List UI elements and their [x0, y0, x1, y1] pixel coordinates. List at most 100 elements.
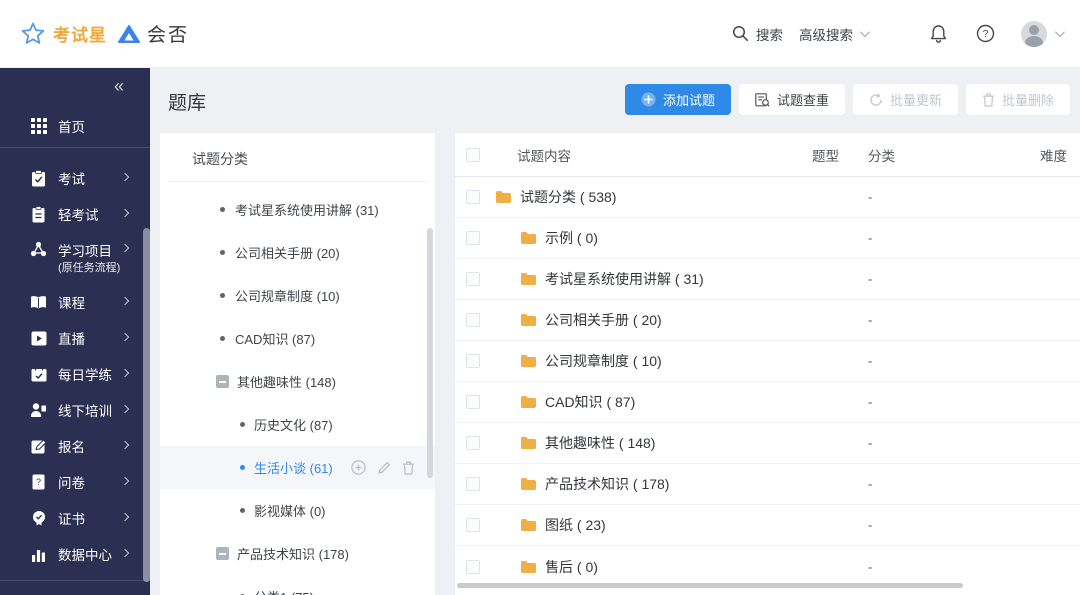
chevron-right-icon [120, 548, 130, 558]
user-menu[interactable] [1021, 20, 1065, 47]
row-checkbox[interactable] [466, 559, 480, 574]
nodes-cluster-icon [30, 240, 47, 257]
sidebar-item-data-center[interactable]: 数据中心 [0, 536, 150, 572]
tree-item-selected[interactable]: 生活小谈 (61) [160, 446, 435, 489]
collapse-minus-icon[interactable] [216, 547, 229, 560]
table-row[interactable]: 试题分类 ( 538) - [455, 177, 1080, 218]
notification-bell-button[interactable] [929, 24, 948, 44]
row-category: - [868, 435, 873, 451]
tree-item[interactable]: 公司相关手册 (20) [160, 231, 435, 274]
bullet-icon [240, 465, 245, 470]
avatar [1021, 20, 1047, 47]
table-row[interactable]: 其他趣味性 ( 148) - [455, 423, 1080, 464]
search-icon [732, 25, 749, 42]
chevron-right-icon [120, 296, 130, 306]
row-checkbox[interactable] [466, 354, 480, 368]
tree-item[interactable]: CAD知识 (87) [160, 317, 435, 360]
category-panel: 试题分类 考试星系统使用讲解 (31) 公司相关手册 (20) 公司规章制度 (… [160, 133, 435, 595]
add-subcategory-icon[interactable] [351, 460, 366, 475]
row-name: 示例 ( 0) [545, 230, 598, 246]
chevron-right-icon [120, 512, 130, 522]
collapse-minus-icon[interactable] [216, 375, 229, 388]
doc-search-icon [755, 92, 770, 107]
table-header: 试题内容 题型 分类 难度 [455, 133, 1080, 177]
badge-icon [30, 510, 47, 527]
sidebar-item-course[interactable]: 课程 [0, 284, 150, 320]
sidebar-item-light-exam[interactable]: 轻考试 [0, 196, 150, 232]
batch-update-button[interactable]: 批量更新 [852, 84, 958, 115]
tree-item[interactable]: 历史文化 (87) [160, 403, 435, 446]
question-table-panel: 试题内容 题型 分类 难度 试题分类 ( 538) - 示例 ( 0) - 考试… [455, 133, 1080, 595]
row-checkbox[interactable] [466, 272, 480, 286]
chevron-right-icon [120, 243, 130, 253]
table-row[interactable]: 考试星系统使用讲解 ( 31) - [455, 259, 1080, 300]
question-circle-icon: ? [976, 24, 995, 43]
category-panel-scrollbar[interactable] [427, 228, 433, 478]
row-category: - [868, 476, 873, 492]
duplicate-check-button[interactable]: 试题查重 [738, 84, 845, 115]
calendar-check-icon [30, 366, 47, 383]
app-window: 考试星 会否 搜索 高级搜索 ? « 首页 考试 轻考试 学习项目 (原任务流程… [0, 0, 1080, 595]
table-row[interactable]: 公司规章制度 ( 10) - [455, 341, 1080, 382]
column-header-category: 分类 [868, 148, 895, 164]
row-category: - [868, 271, 873, 287]
star-logo-icon [20, 21, 46, 47]
edit-category-icon[interactable] [377, 461, 391, 475]
tree-item-label: 考试星系统使用讲解 (31) [235, 203, 379, 218]
sidebar-item-label: 每日学练 [58, 368, 112, 383]
row-checkbox[interactable] [466, 518, 480, 532]
row-checkbox[interactable] [466, 436, 480, 450]
row-checkbox[interactable] [466, 231, 480, 245]
batch-delete-button[interactable]: 批量删除 [965, 84, 1070, 115]
help-button[interactable]: ? [976, 24, 995, 43]
chevron-down-icon [859, 27, 870, 38]
tree-item[interactable]: 影视媒体 (0) [160, 489, 435, 532]
sidebar-item-live[interactable]: 直播 [0, 320, 150, 356]
add-question-button[interactable]: 添加试题 [624, 84, 731, 115]
row-checkbox[interactable] [466, 477, 480, 491]
table-row[interactable]: 图纸 ( 23) - [455, 505, 1080, 546]
partner-logo[interactable]: 会否 [117, 20, 189, 47]
row-name: 公司规章制度 ( 10) [545, 353, 662, 369]
table-row[interactable]: 公司相关手册 ( 20) - [455, 300, 1080, 341]
select-all-checkbox[interactable] [466, 147, 480, 162]
search-trigger[interactable]: 搜索 [732, 24, 783, 44]
bullet-icon [220, 207, 225, 212]
table-row[interactable]: 产品技术知识 ( 178) - [455, 464, 1080, 505]
folder-icon [521, 560, 536, 573]
brand-name: 考试星 [53, 26, 107, 45]
page-title: 题库 [168, 93, 207, 114]
row-name: 试题分类 ( 538) [520, 189, 617, 205]
row-category: - [868, 189, 873, 205]
tree-item-expandable[interactable]: 产品技术知识 (178) [160, 532, 435, 575]
delete-category-icon[interactable] [402, 460, 415, 475]
tree-item[interactable]: 考试星系统使用讲解 (31) [160, 188, 435, 231]
sidebar-item-exam[interactable]: 考试 [0, 160, 150, 196]
row-checkbox[interactable] [466, 395, 480, 409]
refresh-icon [869, 93, 883, 107]
sidebar-nav: 考试 轻考试 学习项目 (原任务流程) 课程 直播 每日学练 线下培训 报名 ?… [0, 160, 150, 572]
sidebar-item-survey[interactable]: ? 问卷 [0, 464, 150, 500]
sidebar-item-certificate[interactable]: 证书 [0, 500, 150, 536]
sidebar-item-daily-practice[interactable]: 每日学练 [0, 356, 150, 392]
tree-item-actions [351, 460, 415, 475]
tree-item[interactable]: 分类1 (75) [160, 575, 435, 595]
trainer-person-icon [30, 402, 47, 419]
table-row[interactable]: 示例 ( 0) - [455, 218, 1080, 259]
table-row[interactable]: CAD知识 ( 87) - [455, 382, 1080, 423]
sidebar-item-offline-training[interactable]: 线下培训 [0, 392, 150, 428]
sidebar-collapse-button[interactable]: « [114, 76, 124, 97]
advanced-search-trigger[interactable]: 高级搜索 [799, 24, 870, 44]
brand-logo[interactable]: 考试星 [20, 21, 107, 47]
sidebar-item-registration[interactable]: 报名 [0, 428, 150, 464]
sidebar-item-label: 报名 [58, 440, 85, 455]
tree-item-expandable[interactable]: 其他趣味性 (148) [160, 360, 435, 403]
table-horizontal-scrollbar[interactable] [457, 583, 963, 588]
row-checkbox[interactable] [466, 313, 480, 327]
sidebar-item-learning-project[interactable]: 学习项目 (原任务流程) [0, 232, 150, 284]
sidebar-scrollbar[interactable] [143, 228, 150, 582]
tree-item[interactable]: 公司规章制度 (10) [160, 274, 435, 317]
row-checkbox[interactable] [466, 190, 480, 204]
table-row[interactable]: 售后 ( 0) - [455, 546, 1080, 587]
sidebar-item-home[interactable]: 首页 [0, 108, 150, 144]
